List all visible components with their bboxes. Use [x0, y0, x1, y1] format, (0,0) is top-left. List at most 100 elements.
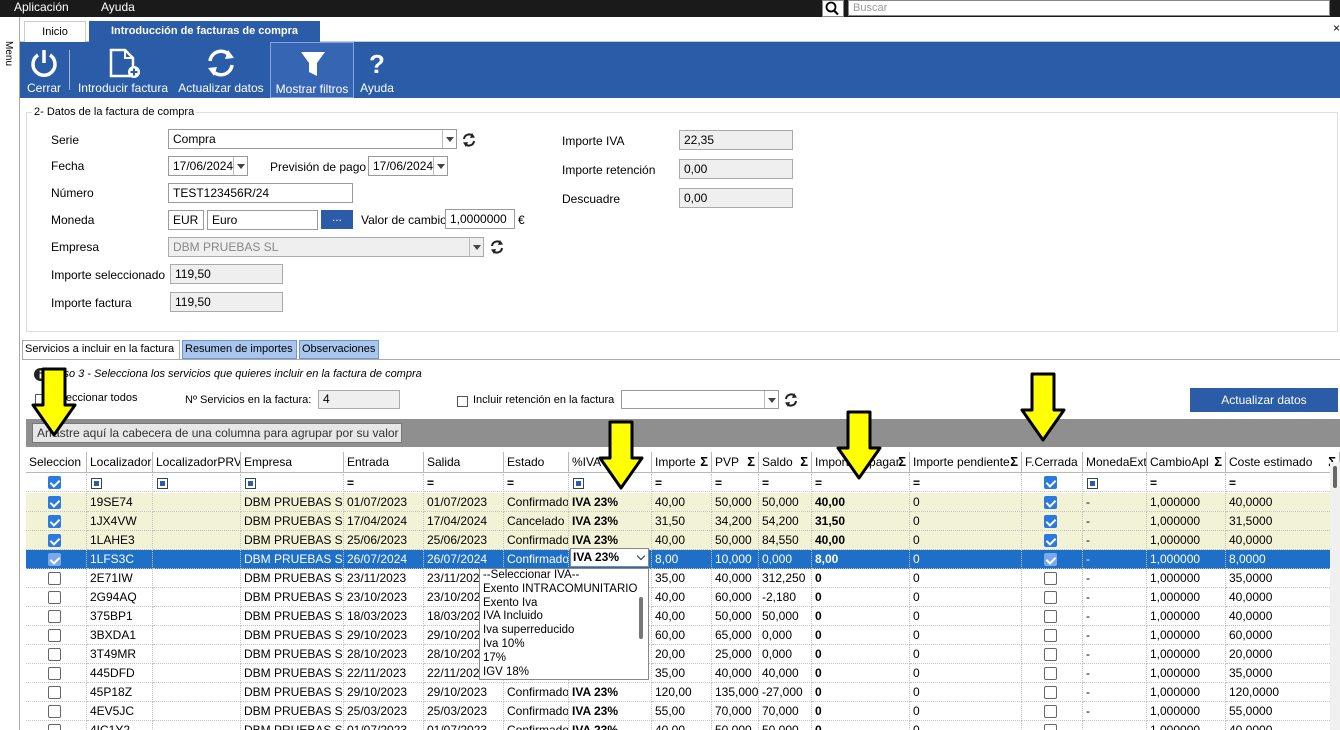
cell-imp[interactable]: 40,00: [652, 721, 712, 730]
cerrar-button[interactable]: Cerrar: [24, 42, 64, 98]
cell-pagar[interactable]: 40,00: [812, 493, 910, 512]
cell-pvp[interactable]: 10,000: [712, 550, 759, 569]
filter-cell[interactable]: =: [652, 474, 712, 492]
filter-operator-icon[interactable]: [91, 478, 102, 489]
cell-pend[interactable]: 0: [910, 721, 1022, 730]
cell-coste[interactable]: 35,0000: [1226, 569, 1340, 588]
cell-pend[interactable]: 0: [910, 664, 1022, 683]
cell-pvp[interactable]: 25,000: [712, 645, 759, 664]
table-row[interactable]: 45P18Z DBM PRUEBAS SL 29/10/2023 29/10/2023…: [26, 683, 1340, 702]
cell-prv[interactable]: [153, 664, 241, 683]
cell-pend[interactable]: 0: [910, 683, 1022, 702]
refresh-retencion-icon[interactable]: [783, 392, 799, 408]
moneda-name-input[interactable]: Euro: [207, 210, 318, 230]
table-row[interactable]: 375BP1 DBM PRUEBAS SL 18/03/2023 18/03/2023…: [26, 607, 1340, 626]
filter-operator-icon[interactable]: [157, 478, 168, 489]
tab-servicios[interactable]: Servicios a incluir en la factura: [22, 340, 180, 359]
menu-ayuda[interactable]: Ayuda: [101, 0, 135, 14]
column-header[interactable]: Coste estimadoΣ: [1226, 452, 1340, 473]
cell-mon[interactable]: -: [1083, 702, 1147, 721]
cell-saldo[interactable]: -27,000: [759, 683, 812, 702]
cell-loc[interactable]: 375BP1: [87, 607, 153, 626]
group-by-bar[interactable]: Arrastre aquí la cabecera de una columna…: [26, 419, 1340, 447]
chevron-down-icon[interactable]: [469, 238, 483, 256]
cell-camb[interactable]: 1,000000: [1147, 626, 1226, 645]
cell-camb[interactable]: 1,000000: [1147, 645, 1226, 664]
column-header[interactable]: Entrada: [344, 452, 424, 473]
search-input[interactable]: [848, 0, 1330, 16]
cell-emp[interactable]: DBM PRUEBAS SL: [241, 588, 344, 607]
cell-emp[interactable]: DBM PRUEBAS SL: [241, 702, 344, 721]
grid-scrollbar-thumb[interactable]: [1333, 466, 1337, 488]
cell-loc[interactable]: 445DFD: [87, 664, 153, 683]
cell-imp[interactable]: 35,00: [652, 569, 712, 588]
column-header[interactable]: Saldo Σ: [759, 452, 812, 473]
cell-pagar[interactable]: 0: [812, 626, 910, 645]
cell-iva[interactable]: IVA 23%: [569, 493, 652, 512]
cell-mon[interactable]: -: [1083, 607, 1147, 626]
cell-sal[interactable]: 29/10/2023: [424, 683, 504, 702]
tab-inicio[interactable]: Inicio: [24, 21, 86, 42]
moneda-lookup-button[interactable]: ...: [321, 210, 353, 229]
table-row[interactable]: 3BXDA1 DBM PRUEBAS SL 29/10/2023 29/10/2023…: [26, 626, 1340, 645]
sum-icon[interactable]: Σ: [898, 452, 906, 472]
cell-prv[interactable]: [153, 531, 241, 550]
cell-sal[interactable]: 01/07/2023: [424, 721, 504, 730]
chevron-down-icon[interactable]: [442, 130, 456, 148]
refresh-serie-icon[interactable]: [461, 132, 477, 148]
row-select-checkbox[interactable]: [48, 515, 61, 528]
cell-ent[interactable]: 23/10/2023: [344, 588, 424, 607]
moneda-code-input[interactable]: EUR: [168, 210, 204, 230]
cell-coste[interactable]: 40,0000: [1226, 531, 1340, 550]
row-select-checkbox[interactable]: [48, 591, 61, 604]
row-select-checkbox[interactable]: [48, 629, 61, 642]
cell-pagar[interactable]: 0: [812, 569, 910, 588]
cell-imp[interactable]: 35,00: [652, 664, 712, 683]
cell-ent[interactable]: 01/07/2023: [344, 721, 424, 730]
close-tab-icon[interactable]: ×: [1333, 21, 1340, 35]
cell-pend[interactable]: 0: [910, 512, 1022, 531]
table-row[interactable]: 1JX4VW DBM PRUEBAS SL 17/04/2024 17/04/2024…: [26, 512, 1340, 531]
cell-prv[interactable]: [153, 550, 241, 569]
cell-pvp[interactable]: 40,000: [712, 569, 759, 588]
cell-coste[interactable]: 40,0000: [1226, 721, 1340, 730]
cell-coste[interactable]: 8,0000: [1226, 550, 1340, 569]
cell-emp[interactable]: DBM PRUEBAS SL: [241, 721, 344, 730]
cell-camb[interactable]: 1,000000: [1147, 588, 1226, 607]
iva-select[interactable]: IVA 23%: [570, 548, 649, 567]
fcerrada-checkbox[interactable]: [1044, 534, 1057, 547]
cell-emp[interactable]: DBM PRUEBAS SL: [241, 607, 344, 626]
cell-mon[interactable]: -: [1083, 664, 1147, 683]
filter-cell[interactable]: [87, 474, 153, 492]
cell-pend[interactable]: 0: [910, 702, 1022, 721]
cell-ent[interactable]: 23/11/2023: [344, 569, 424, 588]
cell-loc[interactable]: 2E71IW: [87, 569, 153, 588]
cell-pagar[interactable]: 0: [812, 683, 910, 702]
cell-emp[interactable]: DBM PRUEBAS SL: [241, 512, 344, 531]
cell-saldo[interactable]: 70,000: [759, 702, 812, 721]
filter-cell[interactable]: =: [344, 474, 424, 492]
cell-camb[interactable]: 1,000000: [1147, 493, 1226, 512]
actualizar-datos-grid-button[interactable]: Actualizar datos: [1190, 388, 1338, 412]
cell-loc[interactable]: 4EV5JC: [87, 702, 153, 721]
cell-coste[interactable]: 20,0000: [1226, 645, 1340, 664]
side-menu[interactable]: Menu: [0, 17, 20, 730]
cell-imp[interactable]: 40,00: [652, 588, 712, 607]
cell-emp[interactable]: DBM PRUEBAS SL: [241, 645, 344, 664]
filter-cell[interactable]: =: [1147, 474, 1226, 492]
cell-pagar[interactable]: 0: [812, 702, 910, 721]
cell-emp[interactable]: DBM PRUEBAS SL: [241, 569, 344, 588]
cell-loc[interactable]: 1LAHE3: [87, 531, 153, 550]
cell-ent[interactable]: 26/07/2024: [344, 550, 424, 569]
cell-saldo[interactable]: -2,180: [759, 588, 812, 607]
filter-cell[interactable]: =: [712, 474, 759, 492]
cell-mon[interactable]: -: [1083, 550, 1147, 569]
iva-option[interactable]: --Seleccionar IVA--: [480, 569, 648, 583]
cell-mon[interactable]: -: [1083, 721, 1147, 730]
cell-loc[interactable]: 2G94AQ: [87, 588, 153, 607]
iva-dropdown-list[interactable]: --Seleccionar IVA-- Exento INTRACOMUNITAR…: [479, 568, 649, 680]
cell-emp[interactable]: DBM PRUEBAS SL: [241, 531, 344, 550]
cell-camb[interactable]: 1,000000: [1147, 512, 1226, 531]
chevron-down-icon[interactable]: [636, 551, 646, 561]
cell-loc[interactable]: 3BXDA1: [87, 626, 153, 645]
